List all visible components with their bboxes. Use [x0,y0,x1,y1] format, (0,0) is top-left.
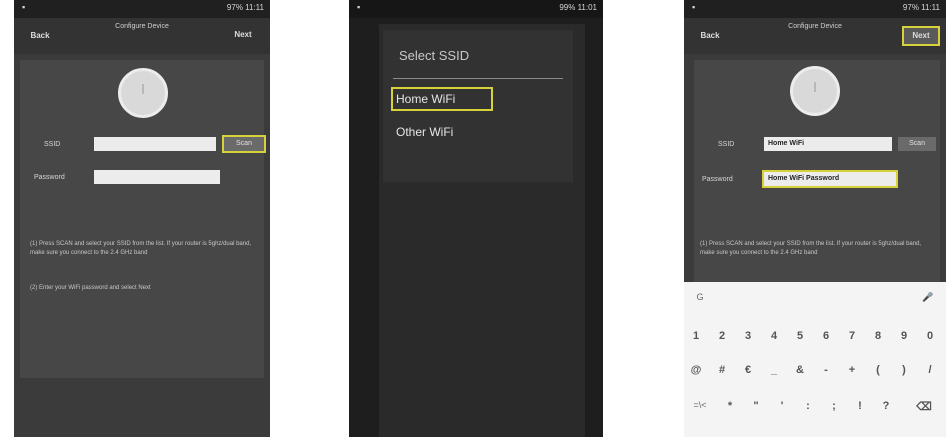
notification-icon: ▪ [22,2,26,12]
instruction-step1: (1) Press SCAN and select your SSID from… [700,241,922,256]
key-close-paren[interactable]: ) [894,364,914,376]
back-button[interactable]: Back [20,27,60,45]
key-more-symbols[interactable]: =\< [688,400,712,410]
page-title: Configure Device [788,23,842,30]
backspace-icon[interactable]: ⌫ [914,400,934,413]
phone-screen-select-ssid: ▪ 99% 11:01 Select SSID Home WiFi Other … [349,0,603,437]
device-clock-icon [118,68,168,118]
key-minus[interactable]: - [816,364,836,376]
notification-icon: ▪ [692,2,696,12]
status-text: 97% 11:11 [226,3,264,12]
key-double-quote[interactable]: " [746,400,766,412]
key-2[interactable]: 2 [712,330,732,342]
key-slash[interactable]: / [920,364,940,376]
ssid-label: SSID [44,141,61,148]
key-question[interactable]: ? [876,400,896,412]
notification-icon: ▪ [357,2,361,12]
key-colon[interactable]: : [798,400,818,412]
key-5[interactable]: 5 [790,330,810,342]
key-open-paren[interactable]: ( [868,364,888,376]
page-title: Configure Device [115,23,169,30]
status-text: 97% 11:11 [902,3,940,12]
key-6[interactable]: 6 [816,330,836,342]
device-clock-icon [790,66,840,116]
app-bar: Back Configure Device Next [684,18,946,54]
key-8[interactable]: 8 [868,330,888,342]
dialog-divider [393,78,563,79]
status-bar: ▪ 99% 11:01 [349,0,603,18]
key-ampersand[interactable]: & [790,364,810,376]
password-label: Password [702,176,733,183]
key-euro[interactable]: € [738,364,758,376]
scan-button[interactable]: Scan [222,135,266,153]
status-bar: ▪ 97% 11:11 [684,0,946,18]
key-plus[interactable]: + [842,364,862,376]
app-bar: Back Configure Device Next [14,18,270,54]
key-9[interactable]: 9 [894,330,914,342]
key-7[interactable]: 7 [842,330,862,342]
ssid-input[interactable]: Home WiFi [764,137,892,151]
back-button[interactable]: Back [690,27,730,45]
password-label: Password [34,174,65,181]
key-0[interactable]: 0 [920,330,940,342]
phone-screen-configure: ▪ 97% 11:11 Back Configure Device Next S… [14,0,270,437]
key-hash[interactable]: # [712,364,732,376]
ssid-label: SSID [718,141,735,148]
microphone-icon[interactable]: 🎤 [918,292,938,303]
ssid-option-home-wifi[interactable]: Home WiFi [391,87,493,111]
soft-keyboard: G 🎤 1 2 3 4 5 6 7 8 9 0 @ # € _ & - + ( … [684,282,946,437]
scan-button[interactable]: Scan [898,137,936,151]
instruction-step1: (1) Press SCAN and select your SSID from… [30,241,252,256]
ssid-input[interactable] [94,137,216,151]
next-button[interactable]: Next [902,26,940,46]
instruction-step2: (2) Enter your WiFi password and select … [30,285,151,291]
status-text: 99% 11:01 [559,3,597,12]
dialog-title: Select SSID [399,48,470,63]
google-g-icon[interactable]: G [690,292,710,302]
select-ssid-dialog: Select SSID Home WiFi Other WiFi [383,30,573,182]
key-semicolon[interactable]: ; [824,400,844,412]
phone-screen-filled: ▪ 97% 11:11 Back Configure Device Next S… [684,0,946,437]
key-single-quote[interactable]: ' [772,400,792,412]
key-1[interactable]: 1 [686,330,706,342]
password-input[interactable] [94,170,220,184]
key-4[interactable]: 4 [764,330,784,342]
key-asterisk[interactable]: * [720,400,740,412]
key-underscore[interactable]: _ [764,364,784,376]
config-card: SSID Scan Password (1) Press SCAN and se… [20,60,266,378]
password-input[interactable]: Home WiFi Password [762,170,898,188]
key-exclamation[interactable]: ! [850,400,870,412]
next-button[interactable]: Next [224,27,262,45]
ssid-option-other-wifi[interactable]: Other WiFi [393,122,456,142]
key-at[interactable]: @ [686,364,706,376]
status-bar: ▪ 97% 11:11 [14,0,270,18]
config-card: SSID Home WiFi Scan Password Home WiFi P… [694,60,940,282]
key-3[interactable]: 3 [738,330,758,342]
